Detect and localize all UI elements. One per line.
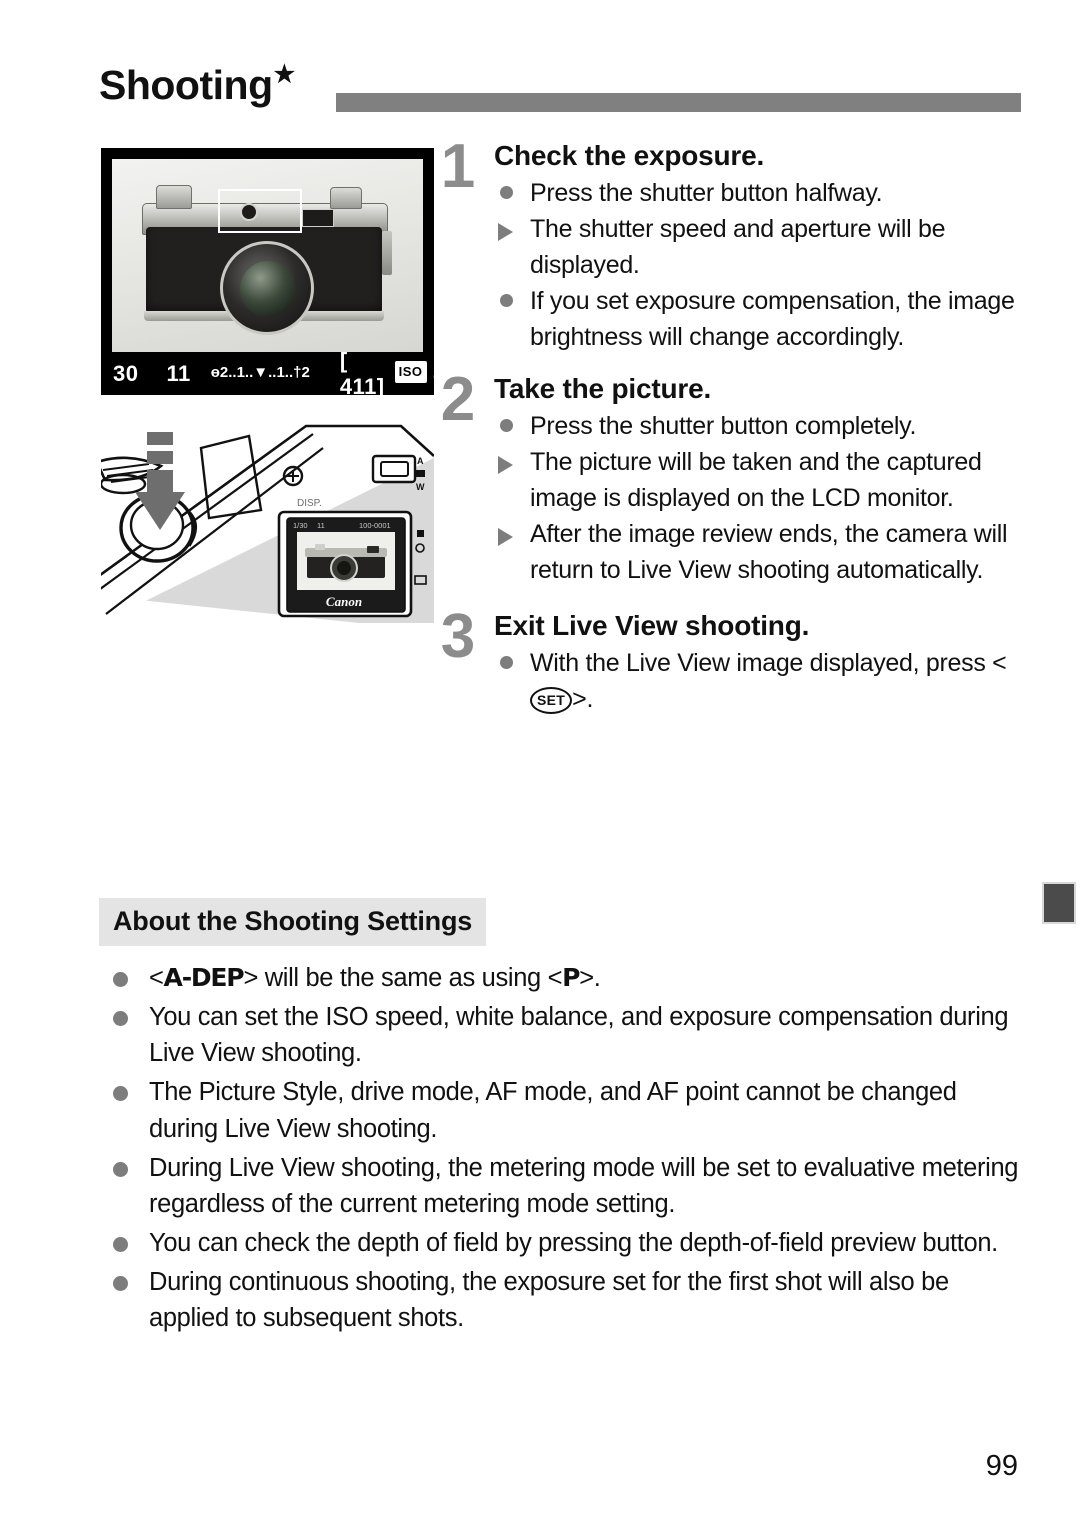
page-header: Shooting★ xyxy=(0,0,1080,130)
lcd-file-number: 100-0001 xyxy=(359,521,391,530)
list-item: If you set exposure compensation, the im… xyxy=(494,283,1022,355)
about-item-text: You can check the depth of field by pres… xyxy=(149,1229,998,1258)
step-3-list: With the Live View image displayed, pres… xyxy=(494,645,1022,717)
bullet-dot-icon xyxy=(113,1010,128,1026)
af-frame-box xyxy=(218,189,302,233)
svg-text:W: W xyxy=(416,482,425,492)
about-item-text: During continuous shooting, the exposure… xyxy=(149,1267,949,1333)
shutter-speed-value: 30 xyxy=(113,360,139,386)
live-view-screen-figure: 30 11 ɵ2..1..▼..1..†2 [ 411] ISO 400 xyxy=(101,148,471,399)
list-item: The shutter speed and aperture will be d… xyxy=(494,211,1022,283)
numbered-steps: 1 Check the exposure. Press the shutter … xyxy=(432,136,1022,721)
about-item-text: You can set the ISO speed, white balance… xyxy=(149,1002,1009,1068)
step-1-number: 1 xyxy=(440,132,476,201)
step-3: 3 Exit Live View shooting. With the Live… xyxy=(432,606,1022,717)
lcd-shutter-speed: 1/30 xyxy=(293,521,308,530)
step-3-heading: Exit Live View shooting. xyxy=(494,610,810,641)
list-item: During Live View shooting, the metering … xyxy=(99,1150,1029,1223)
camera-strap-lug xyxy=(382,231,392,275)
bullet-dot-icon xyxy=(113,1237,128,1253)
page-title: Shooting★ xyxy=(99,61,296,109)
list-item-text-after: >. xyxy=(572,685,594,713)
step-1: 1 Check the exposure. Press the shutter … xyxy=(432,136,1022,355)
list-item-text: If you set exposure compensation, the im… xyxy=(530,287,1015,351)
p-mode-tag: P xyxy=(562,963,580,992)
list-item: <A-DEP> will be the same as using <P>. xyxy=(99,960,1029,997)
list-item: You can set the ISO speed, white balance… xyxy=(99,999,1029,1072)
about-heading: About the Shooting Settings xyxy=(99,898,487,946)
camera-left-dial xyxy=(156,185,192,209)
about-item-text: During Live View shooting, the metering … xyxy=(149,1153,1019,1219)
list-item-text: The picture will be taken and the captur… xyxy=(530,448,982,512)
list-item-text: The shutter speed and aperture will be d… xyxy=(530,215,946,279)
about-item-text: The Picture Style, drive mode, AF mode, … xyxy=(149,1078,957,1143)
step-2-list: Press the shutter button completely. The… xyxy=(494,408,1022,588)
figure-column: 30 11 ɵ2..1..▼..1..†2 [ 411] ISO 400 DIS… xyxy=(101,148,471,623)
list-item: With the Live View image displayed, pres… xyxy=(494,645,1022,717)
live-view-photo xyxy=(112,159,423,352)
exposure-level-scale: ɵ2..1..▼..1..†2 xyxy=(210,364,310,381)
disp-button-label: DISP. xyxy=(297,498,322,509)
step-2: 2 Take the picture. Press the shutter bu… xyxy=(432,369,1022,588)
list-item-text-before: With the Live View image displayed, pres… xyxy=(530,649,1007,677)
list-item: The picture will be taken and the captur… xyxy=(494,444,1022,516)
header-rule xyxy=(336,93,1021,112)
bullet-dot-icon xyxy=(113,1086,128,1102)
bullet-dot-icon xyxy=(500,656,513,669)
page-number: 99 xyxy=(985,1450,1018,1482)
shutter-press-figure: DISP. 1/30 11 100-0001 Canon A W xyxy=(101,418,434,623)
list-item: During continuous shooting, the exposure… xyxy=(99,1264,1029,1337)
page-title-text: Shooting xyxy=(99,62,273,108)
list-item-text: After the image review ends, the camera … xyxy=(530,520,1008,584)
camera-lens-glass xyxy=(240,261,296,317)
list-item-text: Press the shutter button halfway. xyxy=(530,179,883,207)
camera-viewfinder-window xyxy=(302,209,334,227)
step-2-heading: Take the picture. xyxy=(494,373,712,404)
step-2-number: 2 xyxy=(440,365,476,434)
set-button-icon: SET xyxy=(530,687,573,714)
list-item-text: Press the shutter button completely. xyxy=(530,412,917,440)
camera-rangefinder-window xyxy=(240,203,258,221)
star-icon: ★ xyxy=(273,61,296,89)
bullet-triangle-icon xyxy=(498,456,513,474)
bullet-dot-icon xyxy=(500,294,513,307)
aperture-value: 11 xyxy=(166,360,191,386)
list-item: Press the shutter button halfway. xyxy=(494,175,1022,211)
iso-badge-icon: ISO xyxy=(394,360,427,383)
svg-text:A: A xyxy=(417,456,424,466)
list-item: Press the shutter button completely. xyxy=(494,408,1022,444)
about-item-middle: > will be the same as using < xyxy=(243,964,563,992)
burst-shots-remaining: [ 411] xyxy=(339,347,385,399)
list-item: You can check the depth of field by pres… xyxy=(99,1225,1029,1262)
list-item: The Picture Style, drive mode, AF mode, … xyxy=(99,1074,1029,1147)
bullet-dot-icon xyxy=(113,1275,128,1291)
lcd-aperture: 11 xyxy=(317,521,325,530)
about-list: <A-DEP> will be the same as using <P>. Y… xyxy=(99,960,1029,1337)
chapter-edge-tab xyxy=(1042,882,1076,924)
step-1-heading: Check the exposure. xyxy=(494,140,765,171)
about-shooting-settings-section: About the Shooting Settings <A-DEP> will… xyxy=(99,898,1029,1339)
step-1-list: Press the shutter button halfway. The sh… xyxy=(494,175,1022,355)
bullet-dot-icon xyxy=(500,419,513,432)
step-3-number: 3 xyxy=(440,602,476,671)
canon-logo: Canon xyxy=(326,594,362,609)
bullet-dot-icon xyxy=(113,972,128,987)
live-view-info-bar: 30 11 ɵ2..1..▼..1..†2 [ 411] ISO 400 xyxy=(101,348,471,399)
bullet-dot-icon xyxy=(500,186,513,199)
about-item-suffix: >. xyxy=(579,964,601,992)
camera-right-dial xyxy=(330,187,362,209)
a-dep-mode-tag: A-DEP xyxy=(163,963,245,992)
bullet-triangle-icon xyxy=(498,223,513,241)
bullet-triangle-icon xyxy=(498,528,513,546)
list-item: After the image review ends, the camera … xyxy=(494,516,1022,588)
bullet-dot-icon xyxy=(113,1161,128,1177)
about-item-prefix: < xyxy=(149,964,164,992)
